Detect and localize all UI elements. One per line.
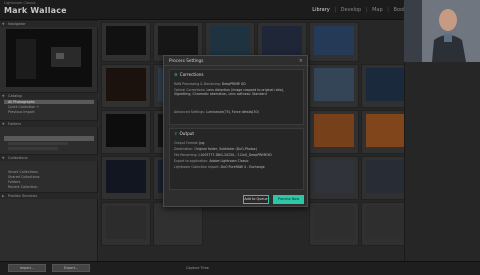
presenter-video-image [404, 0, 480, 62]
catalog-item-quick-collection[interactable]: Quick Collection + [8, 105, 39, 109]
output-key: Destination: [174, 147, 194, 151]
module-separator: | [365, 7, 368, 13]
module-picker: Library | Develop | Map | Book [309, 7, 406, 13]
process-settings-dialog: Process Settings × ⚙ Corrections RAW Proc… [163, 55, 309, 207]
sliders-icon: ⚙ [174, 72, 178, 77]
output-icon: ⇪ [174, 131, 178, 136]
module-develop[interactable]: Develop [341, 7, 362, 13]
triangle-right-icon: ▶ [2, 194, 5, 198]
folder-row[interactable] [8, 142, 68, 145]
output-value: Jpg [199, 141, 205, 145]
catalog-item-all-photographs[interactable]: All Photographs [4, 100, 94, 104]
navigator-label: Navigator [8, 22, 26, 26]
folders-header[interactable]: ▼ Folders [0, 120, 98, 127]
correction-key: Advanced Settings: [174, 110, 205, 114]
correction-row-optical: Optical Corrections: Lens distortion (im… [174, 88, 302, 96]
output-key: Lightroom Collection Import: [174, 165, 220, 169]
collection-item[interactable]: Shared Collections [8, 175, 40, 179]
output-header: ⇪ Output [174, 131, 194, 136]
correction-value: Luminance(75), Force details(30) [205, 110, 259, 114]
lightroom-window: Lightroom Classic Mark Wallace Library |… [0, 0, 480, 275]
catalog-header[interactable]: ▼ Catalog [0, 92, 98, 99]
collections-header[interactable]: ▼ Collections [0, 154, 98, 161]
corrections-section: ⚙ Corrections RAW Processing & Denoising:… [169, 69, 304, 125]
left-panel: ▼ Navigator ▼ Catalog All Photographs Qu… [0, 20, 98, 261]
module-separator: | [387, 7, 389, 13]
output-value: Original folder, Subfolder (DxO-Photos) [194, 147, 257, 151]
module-library[interactable]: Library [312, 7, 329, 13]
app-brand: Lightroom Classic [4, 1, 36, 5]
bottom-toolbar: Import... Export... Capture Time [0, 261, 480, 275]
output-value: Adobe Lightroom Classic [209, 159, 249, 163]
dialog-title: Process Settings [164, 56, 309, 66]
output-row-format: Output Format: Jpg [174, 141, 204, 145]
output-value: DxO PureRAW 4 - Exchange [220, 165, 265, 169]
collection-item[interactable]: Folders [8, 180, 20, 184]
collections-label: Collections [8, 156, 28, 160]
publish-services-label: Publish Services [8, 194, 38, 198]
output-row-destination: Destination: Original folder, Subfolder … [174, 147, 257, 151]
navigator-preview[interactable] [6, 29, 92, 87]
corrections-title: Corrections [179, 72, 204, 77]
folders-label: Folders [8, 122, 21, 126]
module-separator: | [334, 7, 337, 13]
output-section: ⇪ Output Output Format: Jpg Destination: … [169, 128, 304, 190]
triangle-down-icon: ▼ [2, 94, 5, 98]
publish-services-header[interactable]: ▶ Publish Services [0, 192, 98, 199]
sort-label[interactable]: Capture Time [186, 266, 209, 270]
folder-row-selected[interactable] [4, 136, 94, 141]
navigator-header[interactable]: ▼ Navigator [0, 20, 98, 27]
output-title: Output [179, 131, 195, 136]
correction-row-advanced: Advanced Settings: Luminance(75), Force … [174, 110, 302, 114]
output-key: Output Format: [174, 141, 199, 145]
triangle-down-icon: ▼ [2, 22, 5, 26]
presenter-video [404, 0, 480, 62]
collection-item[interactable]: Smart Collections [8, 170, 38, 174]
module-map[interactable]: Map [372, 7, 383, 13]
output-key: Export to application: [174, 159, 209, 163]
correction-key: RAW Processing & Denoising: [174, 82, 221, 86]
corrections-header: ⚙ Corrections [174, 72, 204, 77]
output-row-renaming: File Renaming: L1005777-DNG-20250...7-Dx… [174, 153, 272, 157]
collection-item[interactable]: Recent Collection [8, 185, 38, 189]
import-button[interactable]: Import... [8, 264, 46, 272]
add-to-queue-button[interactable]: Add to Queue [243, 195, 269, 204]
close-icon[interactable]: × [299, 58, 303, 64]
triangle-down-icon: ▼ [2, 122, 5, 126]
output-row-collection: Lightroom Collection Import: DxO PureRAW… [174, 165, 265, 169]
output-value: L1005777-DNG-20250...7-DxO_DeepPRIMEXD [198, 153, 272, 157]
catalog-item-previous-import[interactable]: Previous Import [8, 110, 35, 114]
process-now-button[interactable]: Process Now [273, 195, 304, 204]
catalog-label: Catalog [8, 94, 22, 98]
navigator-image [6, 29, 92, 87]
folder-row[interactable] [8, 147, 58, 150]
output-row-export-app: Export to application: Adobe Lightroom C… [174, 159, 249, 163]
identity-plate: Mark Wallace [4, 6, 67, 15]
output-key: File Renaming: [174, 153, 198, 157]
correction-value: DeepPRIME XD [221, 82, 246, 86]
export-button[interactable]: Export... [52, 264, 90, 272]
triangle-down-icon: ▼ [2, 156, 5, 160]
correction-row-raw: RAW Processing & Denoising: DeepPRIME XD [174, 82, 246, 86]
